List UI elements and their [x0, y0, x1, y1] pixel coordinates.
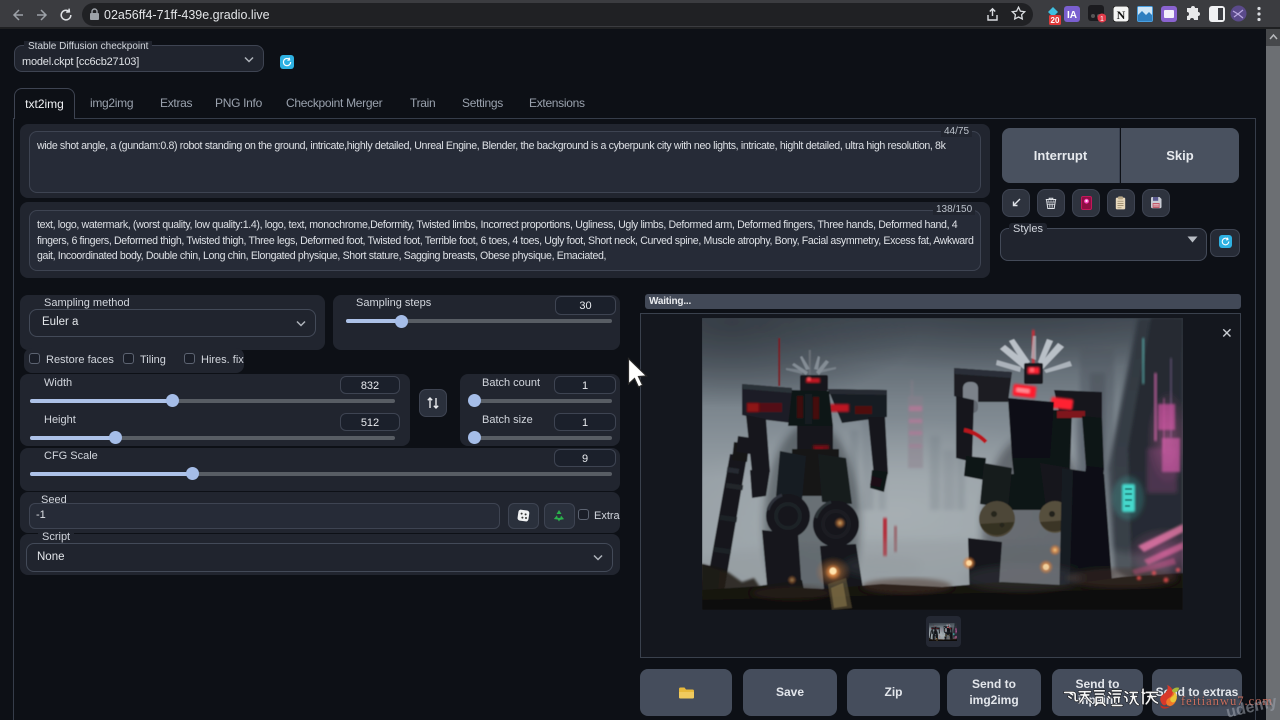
svg-text:IA: IA	[1067, 10, 1077, 21]
svg-text:20: 20	[1051, 16, 1060, 25]
svg-text:N: N	[1117, 8, 1126, 22]
svg-text:1: 1	[1100, 16, 1104, 23]
